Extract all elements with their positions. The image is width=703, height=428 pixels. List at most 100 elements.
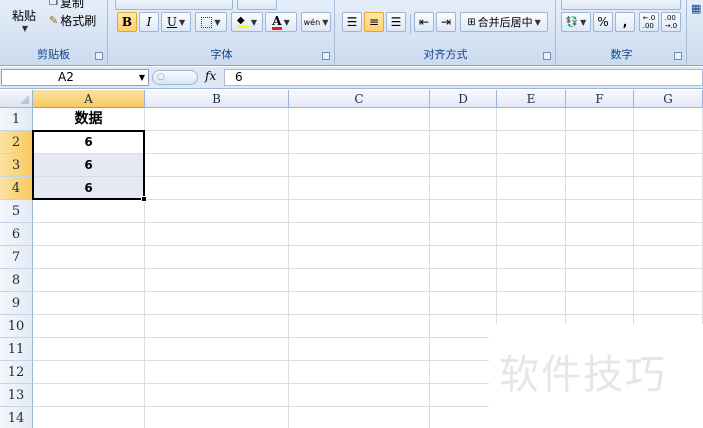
- cell-e2[interactable]: [497, 131, 566, 154]
- cell-d11[interactable]: [430, 338, 497, 361]
- row-header-8[interactable]: 8: [0, 269, 33, 292]
- cell-a9[interactable]: [33, 292, 145, 315]
- name-box-dropdown-icon[interactable]: ▼: [139, 70, 145, 85]
- cell-d8[interactable]: [430, 269, 497, 292]
- cell-c10[interactable]: [289, 315, 430, 338]
- alignment-launcher-icon[interactable]: [543, 52, 551, 60]
- merge-center-button[interactable]: ⊞ 合并后居中 ▼: [460, 12, 548, 32]
- row-header-14[interactable]: 14: [0, 407, 33, 428]
- cell-a11[interactable]: [33, 338, 145, 361]
- cell-a4[interactable]: 6: [33, 177, 145, 200]
- align-center-button[interactable]: ≡: [364, 12, 384, 32]
- insert-function-icon[interactable]: fx: [205, 69, 216, 83]
- italic-button[interactable]: I: [139, 12, 159, 32]
- cell-b14[interactable]: [145, 407, 289, 428]
- cell-b1[interactable]: [145, 108, 289, 131]
- increase-indent-button[interactable]: ⇥: [436, 12, 456, 32]
- cell-f7[interactable]: [566, 246, 634, 269]
- row-header-6[interactable]: 6: [0, 223, 33, 246]
- cell-d10[interactable]: [430, 315, 497, 338]
- cell-c6[interactable]: [289, 223, 430, 246]
- cell-f8[interactable]: [566, 269, 634, 292]
- row-header-4[interactable]: 4: [0, 177, 33, 200]
- column-header-d[interactable]: D: [430, 90, 497, 108]
- cell-e1[interactable]: [497, 108, 566, 131]
- cell-f1[interactable]: [566, 108, 634, 131]
- cell-b7[interactable]: [145, 246, 289, 269]
- cell-g2[interactable]: [634, 131, 703, 154]
- column-header-b[interactable]: B: [145, 90, 289, 108]
- cell-a7[interactable]: [33, 246, 145, 269]
- cell-e8[interactable]: [497, 269, 566, 292]
- cell-b6[interactable]: [145, 223, 289, 246]
- cell-b13[interactable]: [145, 384, 289, 407]
- font-name-dropdown[interactable]: [115, 0, 233, 10]
- clipboard-launcher-icon[interactable]: [95, 52, 103, 60]
- align-right-button[interactable]: ☰: [386, 12, 406, 32]
- cell-c12[interactable]: [289, 361, 430, 384]
- cell-a8[interactable]: [33, 269, 145, 292]
- conditional-format-icon[interactable]: ▦: [691, 2, 701, 15]
- cell-d1[interactable]: [430, 108, 497, 131]
- cell-d12[interactable]: [430, 361, 497, 384]
- cell-e7[interactable]: [497, 246, 566, 269]
- cell-g1[interactable]: [634, 108, 703, 131]
- formula-input[interactable]: 6: [224, 69, 703, 86]
- row-header-3[interactable]: 3: [0, 154, 33, 177]
- underline-button[interactable]: U ▼: [161, 12, 191, 32]
- bold-button[interactable]: B: [117, 12, 137, 32]
- cell-d13[interactable]: [430, 384, 497, 407]
- align-left-button[interactable]: ☰: [342, 12, 362, 32]
- cell-e9[interactable]: [497, 292, 566, 315]
- cell-e6[interactable]: [497, 223, 566, 246]
- cell-c3[interactable]: [289, 154, 430, 177]
- cell-d14[interactable]: [430, 407, 497, 428]
- cell-a12[interactable]: [33, 361, 145, 384]
- cell-a14[interactable]: [33, 407, 145, 428]
- column-header-a[interactable]: A: [33, 90, 145, 108]
- select-all-button[interactable]: [0, 90, 33, 108]
- cell-d7[interactable]: [430, 246, 497, 269]
- cell-f5[interactable]: [566, 200, 634, 223]
- row-header-1[interactable]: 1: [0, 108, 33, 131]
- column-header-e[interactable]: E: [497, 90, 566, 108]
- cell-a3[interactable]: 6: [33, 154, 145, 177]
- format-painter-button[interactable]: ✎ 格式刷: [48, 10, 106, 30]
- phonetic-button[interactable]: wén ▼: [301, 12, 331, 32]
- percent-button[interactable]: %: [593, 12, 613, 32]
- cell-a13[interactable]: [33, 384, 145, 407]
- cell-a10[interactable]: [33, 315, 145, 338]
- cell-d2[interactable]: [430, 131, 497, 154]
- increase-decimal-button[interactable]: ←.0.00: [639, 12, 659, 32]
- font-size-dropdown[interactable]: [237, 0, 277, 10]
- cell-g4[interactable]: [634, 177, 703, 200]
- cell-e4[interactable]: [497, 177, 566, 200]
- column-header-g[interactable]: G: [634, 90, 703, 108]
- cell-b12[interactable]: [145, 361, 289, 384]
- cell-g9[interactable]: [634, 292, 703, 315]
- cell-d5[interactable]: [430, 200, 497, 223]
- cell-a2[interactable]: 6: [33, 131, 145, 154]
- cell-g7[interactable]: [634, 246, 703, 269]
- row-header-2[interactable]: 2: [0, 131, 33, 154]
- cell-b5[interactable]: [145, 200, 289, 223]
- row-header-9[interactable]: 9: [0, 292, 33, 315]
- fill-handle[interactable]: [141, 196, 147, 202]
- cell-a6[interactable]: [33, 223, 145, 246]
- cell-d9[interactable]: [430, 292, 497, 315]
- cell-g3[interactable]: [634, 154, 703, 177]
- cell-c7[interactable]: [289, 246, 430, 269]
- cell-f6[interactable]: [566, 223, 634, 246]
- cell-d4[interactable]: [430, 177, 497, 200]
- cell-c2[interactable]: [289, 131, 430, 154]
- decrease-decimal-button[interactable]: .00 →.0: [661, 12, 681, 32]
- cell-c11[interactable]: [289, 338, 430, 361]
- cell-c8[interactable]: [289, 269, 430, 292]
- column-header-f[interactable]: F: [566, 90, 634, 108]
- cell-b9[interactable]: [145, 292, 289, 315]
- cell-b10[interactable]: [145, 315, 289, 338]
- number-launcher-icon[interactable]: [674, 52, 682, 60]
- cell-f4[interactable]: [566, 177, 634, 200]
- cell-d6[interactable]: [430, 223, 497, 246]
- row-header-11[interactable]: 11: [0, 338, 33, 361]
